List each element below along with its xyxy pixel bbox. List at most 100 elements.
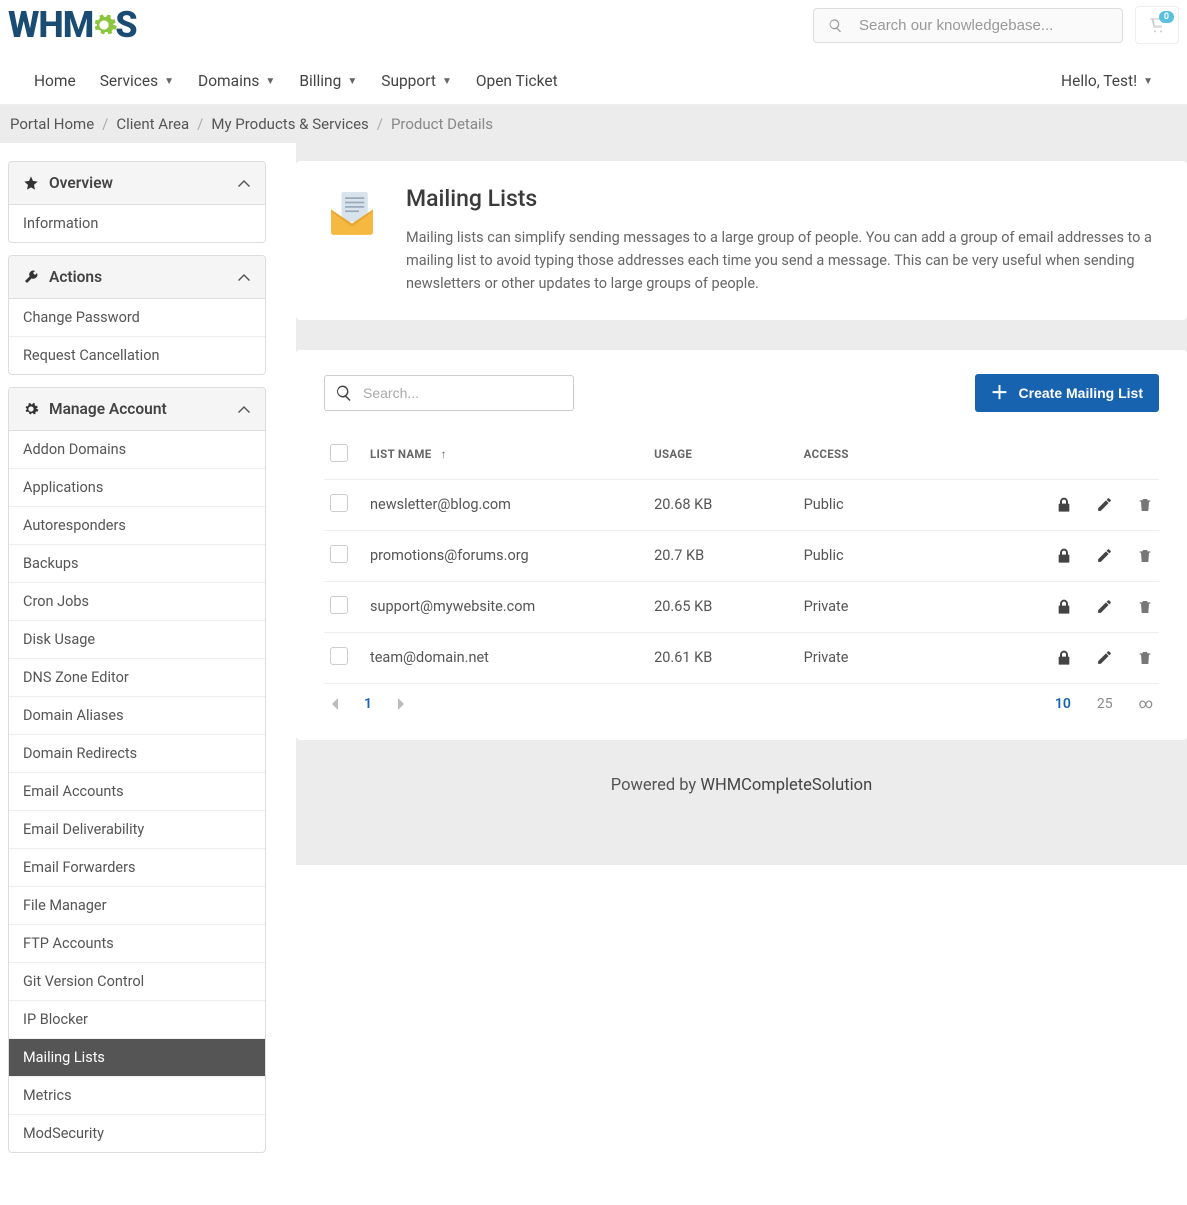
wrench-icon: [23, 269, 39, 285]
page-size-∞[interactable]: ∞: [1139, 696, 1153, 712]
page-size-25[interactable]: 25: [1097, 696, 1113, 712]
panel-header-manage-account[interactable]: Manage Account: [9, 388, 265, 431]
sidebar-item-change-password[interactable]: Change Password: [9, 299, 265, 337]
sidebar-item-metrics[interactable]: Metrics: [9, 1077, 265, 1115]
table-row: support@mywebsite.com20.65 KBPrivate: [324, 582, 1159, 633]
lock-icon[interactable]: [1056, 649, 1072, 667]
sidebar-item-domain-redirects[interactable]: Domain Redirects: [9, 735, 265, 773]
row-name[interactable]: team@domain.net: [370, 649, 654, 666]
caret-down-icon: ▼: [1143, 76, 1153, 87]
breadcrumb-link[interactable]: My Products & Services: [211, 115, 368, 133]
page-size-10[interactable]: 10: [1055, 696, 1071, 712]
sidebar-item-autoresponders[interactable]: Autoresponders: [9, 507, 265, 545]
table-search[interactable]: [324, 375, 574, 411]
row-checkbox[interactable]: [330, 494, 348, 512]
row-usage: 20.61 KB: [654, 649, 804, 666]
trash-icon[interactable]: [1137, 649, 1153, 667]
nav-home[interactable]: Home: [22, 58, 88, 104]
row-access: Public: [804, 496, 1013, 513]
chevron-up-icon: [237, 272, 251, 282]
nav-support[interactable]: Support▼: [369, 58, 464, 104]
caret-down-icon: ▼: [265, 76, 275, 87]
row-access: Public: [804, 547, 1013, 564]
gear-icon: [90, 11, 118, 39]
sidebar-item-mailing-lists[interactable]: Mailing Lists: [9, 1039, 265, 1077]
trash-icon[interactable]: [1137, 598, 1153, 616]
breadcrumb-link[interactable]: Client Area: [116, 115, 189, 133]
star-icon: [23, 175, 39, 191]
pager-next[interactable]: [396, 697, 406, 711]
user-greeting: Hello, Test!: [1061, 72, 1137, 90]
col-usage-header[interactable]: USAGE: [654, 447, 804, 461]
chevron-up-icon: [237, 404, 251, 414]
trash-icon[interactable]: [1137, 547, 1153, 565]
row-usage: 20.68 KB: [654, 496, 804, 513]
col-access-header[interactable]: ACCESS: [804, 447, 1013, 461]
cart-badge: 0: [1159, 11, 1174, 23]
sidebar-item-email-deliverability[interactable]: Email Deliverability: [9, 811, 265, 849]
sidebar-item-ftp-accounts[interactable]: FTP Accounts: [9, 925, 265, 963]
sidebar-item-modsecurity[interactable]: ModSecurity: [9, 1115, 265, 1152]
lock-icon[interactable]: [1056, 496, 1072, 514]
row-name[interactable]: promotions@forums.org: [370, 547, 654, 564]
row-checkbox[interactable]: [330, 545, 348, 563]
mailing-list-icon: [324, 185, 380, 241]
breadcrumb: Portal Home/Client Area/My Products & Se…: [0, 105, 1187, 143]
search-icon: [335, 384, 353, 402]
sidebar-item-information[interactable]: Information: [9, 205, 265, 242]
sidebar-item-ip-blocker[interactable]: IP Blocker: [9, 1001, 265, 1039]
row-checkbox[interactable]: [330, 596, 348, 614]
cart-button[interactable]: 0: [1135, 6, 1179, 44]
gear-icon: [23, 401, 39, 417]
row-access: Private: [804, 649, 1013, 666]
page-description: Mailing lists can simplify sending messa…: [406, 226, 1159, 296]
panel-header-overview[interactable]: Overview: [9, 162, 265, 205]
kb-search-input[interactable]: [859, 17, 1108, 34]
table-search-input[interactable]: [363, 385, 563, 401]
sidebar-item-disk-usage[interactable]: Disk Usage: [9, 621, 265, 659]
sidebar-item-file-manager[interactable]: File Manager: [9, 887, 265, 925]
plus-icon: ＋: [991, 384, 1009, 402]
sidebar-item-applications[interactable]: Applications: [9, 469, 265, 507]
select-all-checkbox[interactable]: [330, 444, 348, 462]
caret-down-icon: ▼: [347, 76, 357, 87]
breadcrumb-current: Product Details: [391, 115, 493, 133]
kb-search[interactable]: [813, 8, 1123, 43]
create-mailing-list-button[interactable]: ＋ Create Mailing List: [975, 374, 1159, 412]
sidebar-item-email-forwarders[interactable]: Email Forwarders: [9, 849, 265, 887]
sidebar-item-cron-jobs[interactable]: Cron Jobs: [9, 583, 265, 621]
edit-icon[interactable]: [1096, 598, 1113, 616]
sidebar-item-dns-zone-editor[interactable]: DNS Zone Editor: [9, 659, 265, 697]
row-name[interactable]: newsletter@blog.com: [370, 496, 654, 513]
row-name[interactable]: support@mywebsite.com: [370, 598, 654, 615]
nav-billing[interactable]: Billing▼: [287, 58, 369, 104]
chevron-up-icon: [237, 178, 251, 188]
main-nav: HomeServices▼Domains▼Billing▼Support▼Ope…: [0, 58, 1187, 105]
edit-icon[interactable]: [1096, 496, 1113, 514]
sidebar-item-email-accounts[interactable]: Email Accounts: [9, 773, 265, 811]
nav-domains[interactable]: Domains▼: [186, 58, 287, 104]
pager-current[interactable]: 1: [364, 696, 372, 712]
logo-text-left: WHM: [8, 4, 93, 46]
table-row: promotions@forums.org20.7 KBPublic: [324, 531, 1159, 582]
nav-services[interactable]: Services▼: [88, 58, 186, 104]
edit-icon[interactable]: [1096, 547, 1113, 565]
create-button-label: Create Mailing List: [1019, 385, 1143, 401]
lock-icon[interactable]: [1056, 598, 1072, 616]
user-menu[interactable]: Hello, Test! ▼: [1049, 58, 1165, 104]
sidebar-item-git-version-control[interactable]: Git Version Control: [9, 963, 265, 1001]
col-name-header[interactable]: LIST NAME ↑: [370, 447, 654, 461]
pager-prev[interactable]: [330, 697, 340, 711]
breadcrumb-link[interactable]: Portal Home: [10, 115, 94, 133]
row-checkbox[interactable]: [330, 647, 348, 665]
lock-icon[interactable]: [1056, 547, 1072, 565]
sidebar-item-domain-aliases[interactable]: Domain Aliases: [9, 697, 265, 735]
panel-header-actions[interactable]: Actions: [9, 256, 265, 299]
nav-open-ticket[interactable]: Open Ticket: [464, 58, 570, 104]
sidebar-item-addon-domains[interactable]: Addon Domains: [9, 431, 265, 469]
edit-icon[interactable]: [1096, 649, 1113, 667]
sidebar-item-backups[interactable]: Backups: [9, 545, 265, 583]
sidebar-item-request-cancellation[interactable]: Request Cancellation: [9, 337, 265, 374]
trash-icon[interactable]: [1137, 496, 1153, 514]
logo[interactable]: WHM S: [8, 4, 137, 46]
